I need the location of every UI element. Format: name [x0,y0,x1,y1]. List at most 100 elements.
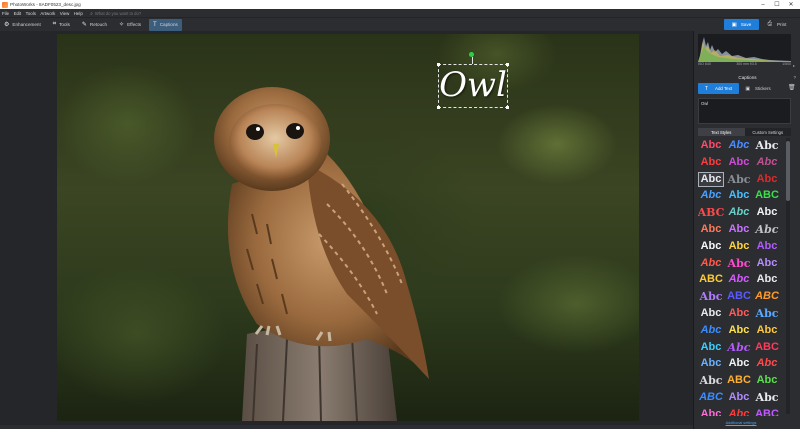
printer-icon: ⎙ [767,21,772,27]
text-style-preset[interactable]: Abc [754,323,780,338]
text-style-preset[interactable]: Abc [698,222,724,237]
stickers-label: Stickers [755,86,771,91]
caption-text-field[interactable]: Owl [698,98,791,124]
text-style-preset[interactable]: Abc [754,306,780,321]
text-style-preset[interactable]: Abc [726,340,752,355]
menu-edit[interactable]: Edit [14,11,22,16]
tool-effects[interactable]: ✧ Effects [115,19,145,31]
text-style-preset[interactable]: ABC [754,289,780,304]
text-style-preset[interactable]: Abc [754,256,780,271]
save-button[interactable]: ▣ Save [724,19,759,30]
text-style-preset[interactable]: ABC [698,272,724,287]
save-label: Save [740,22,752,27]
text-style-preset[interactable]: Abc [726,356,752,371]
tool-retouch[interactable]: ✎ Retouch [78,19,111,31]
histogram-expand-icon[interactable]: ▸ [793,63,795,68]
close-icon[interactable]: ✕ [784,0,798,9]
text-style-preset[interactable]: ABC [698,205,724,220]
additional-settings-link[interactable]: Additional settings [698,421,784,425]
text-style-preset[interactable]: Abc [726,390,752,405]
text-style-preset[interactable]: Abc [726,239,752,254]
menu-view[interactable]: View [60,11,69,16]
text-style-preset[interactable]: Abc [754,172,780,187]
canvas-workspace[interactable]: Owl [0,31,693,429]
add-text-icon: T [704,85,709,92]
text-style-preset[interactable]: Abc [726,256,752,271]
text-style-preset[interactable]: ABC [726,373,752,388]
tool-label: Captions [159,22,178,27]
text-style-preset[interactable]: Abc [698,188,724,203]
brush-icon: ✎ [81,22,87,28]
crop-icon: ⌗ [52,21,57,27]
text-style-preset[interactable]: Abc [698,289,724,304]
tab-text-styles[interactable]: Text Styles [698,128,745,136]
text-style-preset[interactable]: Abc [726,138,752,153]
add-text-button[interactable]: T Add Text [698,83,739,94]
histogram-exif: ISO 640 300 mm f/3.5 1/500 [698,62,791,66]
menu-artwork[interactable]: Artwork [40,11,55,16]
main-toolbar: ⚙ Enhancement ⌗ Tools ✎ Retouch ✧ Effect… [0,17,800,31]
caption-text[interactable]: Owl [438,61,508,109]
maximize-icon[interactable]: ☐ [770,0,784,9]
text-style-preset[interactable]: Abc [698,356,724,371]
text-style-preset[interactable]: Abc [698,171,724,187]
text-style-preset[interactable]: Abc [698,239,724,254]
print-button[interactable]: ⎙ Print [762,19,792,30]
styles-scroll-thumb[interactable] [786,141,790,201]
text-style-preset[interactable]: Abc [698,340,724,355]
text-style-preset[interactable]: Abc [754,138,780,153]
sliders-icon: ⚙ [4,22,10,28]
text-style-preset[interactable]: ABC [754,340,780,355]
text-style-preset[interactable]: Abc [698,306,724,321]
text-style-preset[interactable]: Abc [726,188,752,203]
text-style-preset[interactable]: Abc [726,407,752,416]
text-style-preset[interactable]: Abc [754,356,780,371]
text-style-preset[interactable]: Abc [726,306,752,321]
menu-help[interactable]: Help [74,11,83,16]
text-style-preset[interactable]: Abc [698,407,724,416]
text-style-preset[interactable]: ABC [698,390,724,405]
text-style-preset[interactable]: Abc [754,205,780,220]
text-style-preset[interactable]: Abc [698,323,724,338]
stickers-button[interactable]: ▣ Stickers [740,83,776,94]
text-style-preset[interactable]: ABC [754,407,780,416]
rotate-handle[interactable] [469,52,474,57]
owl-photo[interactable] [57,34,639,421]
text-style-preset[interactable]: Abc [726,205,752,220]
menu-tools[interactable]: Tools [26,11,36,16]
tool-label: Tools [59,22,70,27]
tool-label: Enhancement [12,22,41,27]
text-style-preset[interactable]: Abc [698,155,724,170]
text-style-preset[interactable]: Abc [754,155,780,170]
minimize-icon[interactable]: – [756,0,770,9]
text-style-preset[interactable]: Abc [754,272,780,287]
text-style-preset[interactable]: Abc [698,256,724,271]
tool-tools[interactable]: ⌗ Tools [49,19,74,31]
text-style-preset[interactable]: Abc [754,222,780,237]
text-style-preset[interactable]: Abc [726,172,752,187]
text-style-preset[interactable]: Abc [754,373,780,388]
menu-bar: File Edit Tools Artwork View Help ⌕ [0,9,800,17]
tool-captions[interactable]: T Captions [149,18,182,31]
text-style-preset[interactable]: Abc [726,323,752,338]
text-style-preset[interactable]: Abc [726,155,752,170]
menu-file[interactable]: File [2,11,9,16]
help-icon[interactable]: ? [793,75,796,80]
text-style-preset[interactable]: Abc [754,239,780,254]
trash-icon[interactable]: 🗑 [788,84,796,91]
text-style-preset[interactable]: Abc [726,272,752,287]
text-style-preset[interactable]: Abc [726,222,752,237]
tool-enhancement[interactable]: ⚙ Enhancement [0,19,45,31]
text-style-preset[interactable]: ABC [726,289,752,304]
text-style-preset[interactable]: Abc [698,373,724,388]
text-style-preset[interactable]: Abc [754,390,780,405]
right-panel: ISO 640 300 mm f/3.5 1/500 ▸ Captions ? … [693,31,800,429]
window-controls: – ☐ ✕ [756,0,798,9]
add-text-label: Add Text [715,86,733,91]
text-style-preset[interactable]: ABC [754,188,780,203]
text-style-preset[interactable]: Abc [698,138,724,153]
tab-custom-settings[interactable]: Custom Settings [744,128,791,136]
search-box: ⌕ [90,10,175,16]
search-input[interactable] [94,10,175,16]
text-styles-grid: Abc Abc Abc Abc Abc Abc Abc Abc Abc Abc Abc ABC ABC A… [698,138,784,416]
